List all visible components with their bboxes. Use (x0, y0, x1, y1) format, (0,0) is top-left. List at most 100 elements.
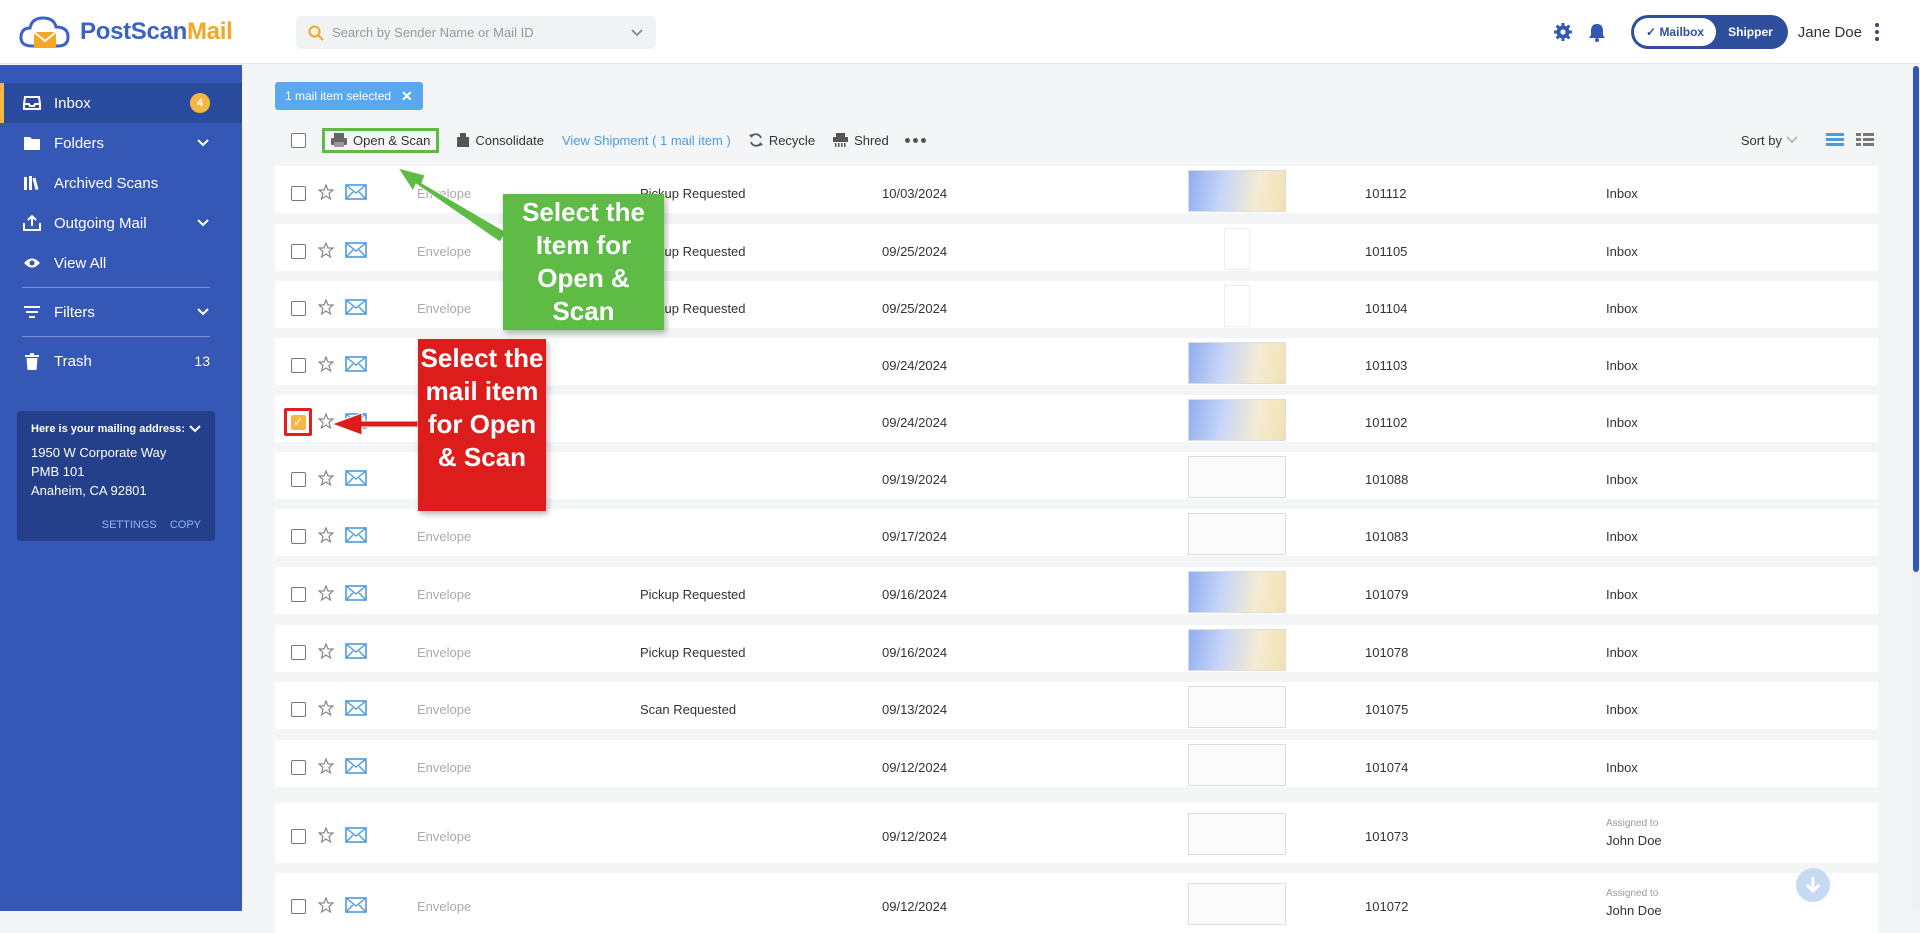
view-shipment-link[interactable]: View Shipment ( 1 mail item ) (562, 133, 731, 148)
mail-location: Inbox (1606, 702, 1638, 717)
envelope-icon (345, 827, 367, 843)
selection-chip-label: 1 mail item selected (285, 89, 392, 103)
table-row[interactable]: Envelope Scan Requested 09/13/2024 101075 In… (275, 682, 1878, 729)
mode-toggle[interactable]: ✓ Mailbox Shipper (1631, 15, 1788, 49)
scroll-down-button[interactable] (1796, 868, 1830, 902)
table-row[interactable]: Envelope Pickup Requested 09/16/2024 101078… (275, 625, 1878, 672)
row-checkbox[interactable] (291, 472, 306, 487)
mail-id: 101075 (1365, 702, 1409, 717)
consolidate-button[interactable]: Consolidate (457, 133, 544, 148)
mail-location: Inbox (1606, 415, 1638, 430)
list-view-icon[interactable] (1826, 133, 1844, 147)
row-checkbox[interactable] (291, 358, 306, 373)
row-checkbox[interactable] (291, 645, 306, 660)
table-row[interactable]: Envelope Pickup Requested 09/16/2024 101079… (275, 567, 1878, 614)
mail-thumbnail[interactable] (1188, 571, 1286, 613)
scrollbar-thumb[interactable] (1913, 66, 1919, 572)
sidebar-item-trash[interactable]: Trash 13 (0, 341, 242, 381)
sidebar-item-folders[interactable]: Folders (0, 123, 242, 163)
table-row[interactable]: Envelope 09/17/2024 101083 Inbox (275, 509, 1878, 556)
more-options-icon[interactable] (904, 137, 926, 143)
row-checkbox[interactable] (291, 244, 306, 259)
mode-mailbox[interactable]: ✓ Mailbox (1634, 18, 1717, 46)
sidebar-item-label: Inbox (54, 94, 91, 112)
table-row[interactable]: Envelope 09/12/2024 101074 Inbox (275, 740, 1878, 787)
recycle-icon (748, 133, 763, 147)
address-copy-link[interactable]: COPY (170, 519, 201, 531)
select-all-checkbox[interactable] (291, 132, 306, 148)
chevron-down-icon[interactable] (196, 307, 210, 317)
star-icon[interactable] (318, 242, 334, 258)
mail-thumbnail[interactable] (1188, 342, 1286, 384)
star-icon[interactable] (318, 700, 334, 716)
search-input[interactable] (332, 25, 630, 40)
open-scan-button[interactable]: Open & Scan (322, 127, 440, 153)
envelope-icon (345, 527, 367, 543)
mail-thumbnail[interactable] (1188, 744, 1286, 786)
recycle-button[interactable]: Recycle (748, 133, 815, 148)
mail-thumbnail[interactable] (1188, 456, 1286, 498)
row-checkbox[interactable] (291, 702, 306, 717)
mail-thumbnail[interactable] (1188, 170, 1286, 212)
close-icon[interactable]: ✕ (401, 88, 413, 105)
row-checkbox[interactable] (291, 587, 306, 602)
row-checkbox[interactable] (291, 829, 306, 844)
mail-thumbnail[interactable] (1188, 513, 1286, 555)
address-line-3: Anaheim, CA 92801 (31, 483, 147, 498)
star-icon[interactable] (318, 184, 334, 200)
sidebar-item-view-all[interactable]: View All (0, 243, 242, 283)
sidebar-item-inbox[interactable]: Inbox 4 (0, 83, 242, 123)
table-row[interactable]: Envelope 09/12/2024 101073 Assigned to John … (275, 803, 1878, 863)
star-icon[interactable] (318, 758, 334, 774)
row-checkbox[interactable] (291, 899, 306, 914)
star-icon[interactable] (318, 585, 334, 601)
mail-thumbnail[interactable] (1188, 629, 1286, 671)
chevron-down-icon[interactable] (630, 28, 644, 38)
address-settings-link[interactable]: SETTINGS (102, 519, 157, 531)
settings-button[interactable] (1549, 18, 1577, 46)
star-icon[interactable] (318, 470, 334, 486)
sidebar-item-filters[interactable]: Filters (0, 292, 242, 332)
star-icon[interactable] (318, 299, 334, 315)
mail-date: 09/13/2024 (882, 702, 948, 717)
mail-thumbnail[interactable] (1188, 399, 1286, 441)
sidebar-item-outgoing-mail[interactable]: Outgoing Mail (0, 203, 242, 243)
row-checkbox[interactable] (291, 301, 306, 316)
sort-dropdown[interactable]: Sort by (1741, 133, 1798, 148)
address-links: SETTINGS COPY (92, 519, 201, 531)
detail-view-icon[interactable] (1856, 133, 1874, 147)
chevron-down-icon[interactable] (196, 218, 210, 228)
mail-thumbnail[interactable] (1188, 883, 1286, 925)
mail-thumbnail[interactable] (1224, 285, 1250, 327)
mail-id: 101104 (1365, 301, 1408, 316)
notifications-button[interactable] (1583, 18, 1611, 46)
star-icon[interactable] (318, 527, 334, 543)
mail-thumbnail[interactable] (1224, 228, 1250, 270)
mode-shipper[interactable]: Shipper (1716, 18, 1785, 46)
address-heading[interactable]: Here is your mailing address: (31, 423, 201, 435)
mail-location: Inbox (1606, 358, 1638, 373)
table-row[interactable]: Envelope 09/12/2024 101072 Assigned to John … (275, 873, 1878, 933)
mail-id: 101073 (1365, 829, 1409, 844)
row-checkbox[interactable] (291, 529, 306, 544)
shred-button[interactable]: Shred (833, 133, 889, 148)
row-checkbox[interactable] (291, 186, 306, 201)
mail-thumbnail[interactable] (1188, 813, 1286, 855)
sidebar-item-archived-scans[interactable]: Archived Scans (0, 163, 242, 203)
search-bar[interactable] (296, 16, 656, 49)
chevron-down-icon[interactable] (189, 425, 201, 433)
mail-date: 09/24/2024 (882, 358, 948, 373)
star-icon[interactable] (318, 827, 334, 843)
user-name[interactable]: Jane Doe (1798, 24, 1862, 41)
star-icon[interactable] (318, 643, 334, 659)
row-checkbox[interactable]: ✓ (284, 408, 312, 436)
chevron-down-icon[interactable] (196, 138, 210, 148)
row-checkbox[interactable] (291, 760, 306, 775)
star-icon[interactable] (318, 413, 334, 429)
mail-thumbnail[interactable] (1188, 686, 1286, 728)
envelope-icon (345, 470, 367, 486)
star-icon[interactable] (318, 356, 334, 372)
logo[interactable]: PostScanMail (18, 12, 233, 52)
user-menu-kebab-icon[interactable] (1874, 23, 1880, 41)
outbox-icon (22, 213, 42, 233)
